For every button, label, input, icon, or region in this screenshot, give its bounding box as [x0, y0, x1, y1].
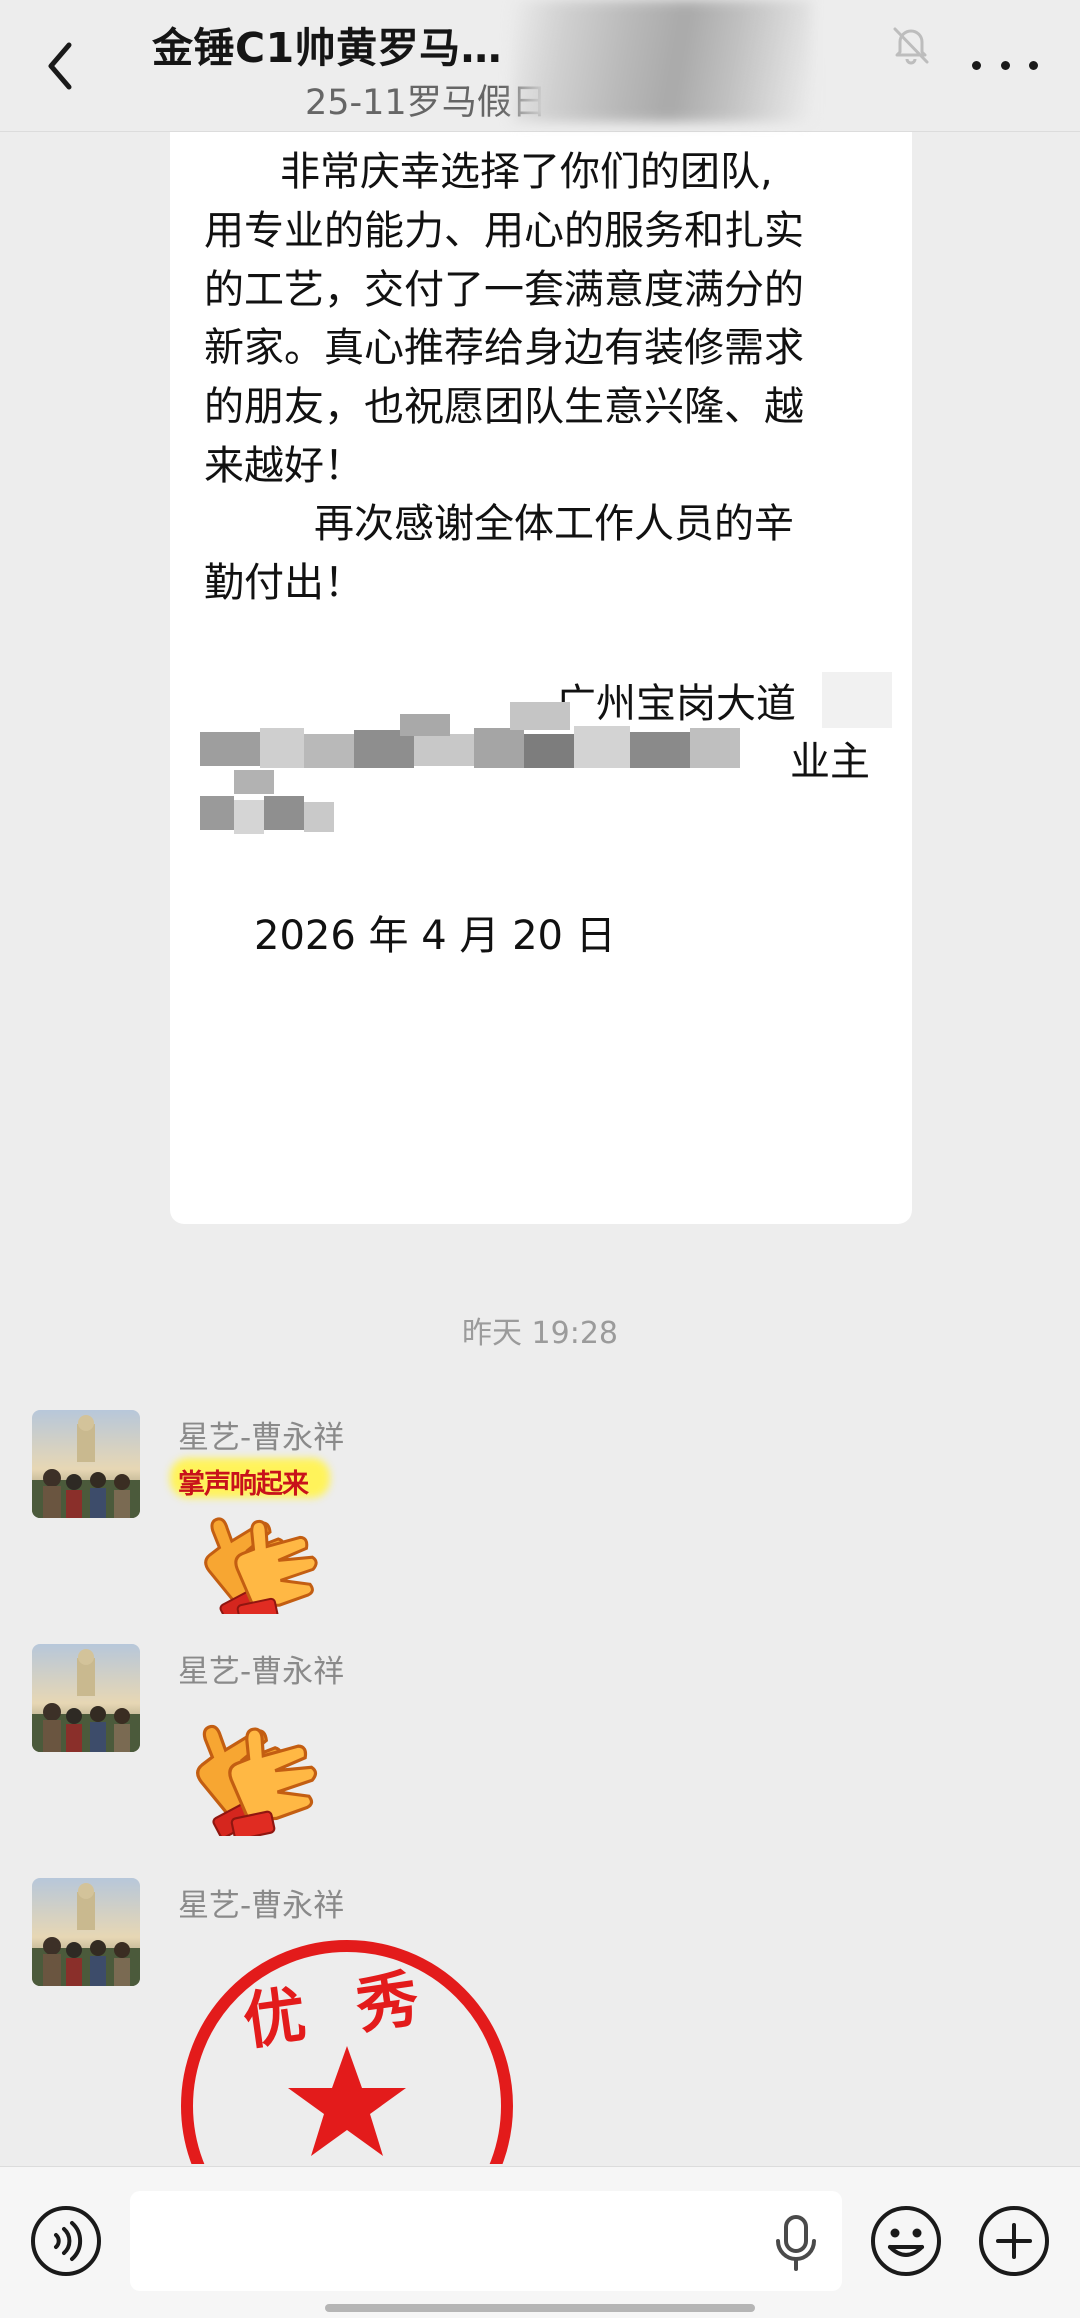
home-indicator[interactable]: [325, 2304, 755, 2312]
plus-icon: [979, 2206, 1049, 2276]
letter-line: 用专业的能力、用心的服务和扎实: [204, 208, 804, 254]
avatar[interactable]: [32, 1644, 140, 1752]
letter-line: 来越好！: [204, 443, 364, 489]
signature-role: 业主: [790, 739, 870, 785]
more-icon: [972, 60, 981, 70]
letter-line: 再次感谢全体工作人员的辛: [314, 501, 794, 547]
back-button[interactable]: [30, 26, 90, 106]
chat-subtitle: 25-11罗马假日: [305, 83, 547, 123]
letter-line: 勤付出！: [204, 560, 364, 606]
sender-name: 星艺-曹永祥: [178, 1420, 345, 1456]
sender-name: 星艺-曹永祥: [178, 1654, 345, 1690]
excellent-stamp-sticker[interactable]: 优秀: [174, 1936, 520, 2164]
letter-message-bubble[interactable]: 非常庆幸选择了你们的团队, 用专业的能力、用心的服务和扎实 的工艺，交付了一套满…: [170, 132, 912, 1224]
voice-icon: [31, 2206, 101, 2276]
back-icon: [48, 42, 72, 90]
more-button[interactable]: [972, 42, 1038, 88]
clapping-hands-icon: [204, 1517, 318, 1614]
emoji-button[interactable]: [868, 2203, 944, 2279]
avatar[interactable]: [32, 1410, 140, 1518]
letter-line: 非常庆幸选择了你们的团队,: [280, 149, 773, 195]
signature-place: 广州宝岗大道: [556, 681, 796, 727]
applause-sticker[interactable]: [166, 1696, 326, 1846]
letter-line: 的朋友，也祝愿团队生意兴隆、越: [204, 384, 804, 430]
clapping-hands-icon: [196, 1724, 318, 1841]
emoji-icon: [871, 2206, 941, 2276]
redaction-pixel-strip: [200, 702, 760, 780]
mute-bell-icon: [893, 27, 929, 65]
message-input[interactable]: [130, 2191, 842, 2291]
plus-button[interactable]: [976, 2203, 1052, 2279]
chat-title[interactable]: 金锤C1帅黄罗马…: [152, 14, 502, 74]
letter-line: 新家。真心推荐给身边有装修需求: [204, 325, 804, 371]
redaction-pixel-strip: [200, 770, 340, 848]
chat-message: 星艺-曹永祥: [0, 1644, 1080, 1844]
letter-line: 的工艺，交付了一套满意度满分的: [204, 267, 804, 313]
redaction-blur: [512, 0, 812, 122]
chat-message: 星艺-曹永祥 优秀: [0, 1878, 1080, 2168]
avatar[interactable]: [32, 1878, 140, 1986]
chat-message: 星艺-曹永祥 掌声响起来: [0, 1410, 1080, 1614]
microphone-icon: [776, 2215, 816, 2271]
microphone-button[interactable]: [770, 2213, 822, 2273]
input-bar: [0, 2166, 1080, 2318]
sender-name: 星艺-曹永祥: [178, 1888, 345, 1924]
letter-date: 2026 年 4 月 20 日: [254, 913, 616, 959]
applause-sticker-with-caption[interactable]: 掌声响起来: [166, 1458, 336, 1618]
sticker-caption: 掌声响起来: [178, 1469, 309, 1500]
redaction-block: [822, 672, 892, 728]
voice-button[interactable]: [28, 2203, 104, 2279]
chat-header: 金锤C1帅黄罗马… 25-11罗马假日: [0, 0, 1080, 132]
message-timestamp: 昨天 19:28: [462, 1316, 618, 1351]
